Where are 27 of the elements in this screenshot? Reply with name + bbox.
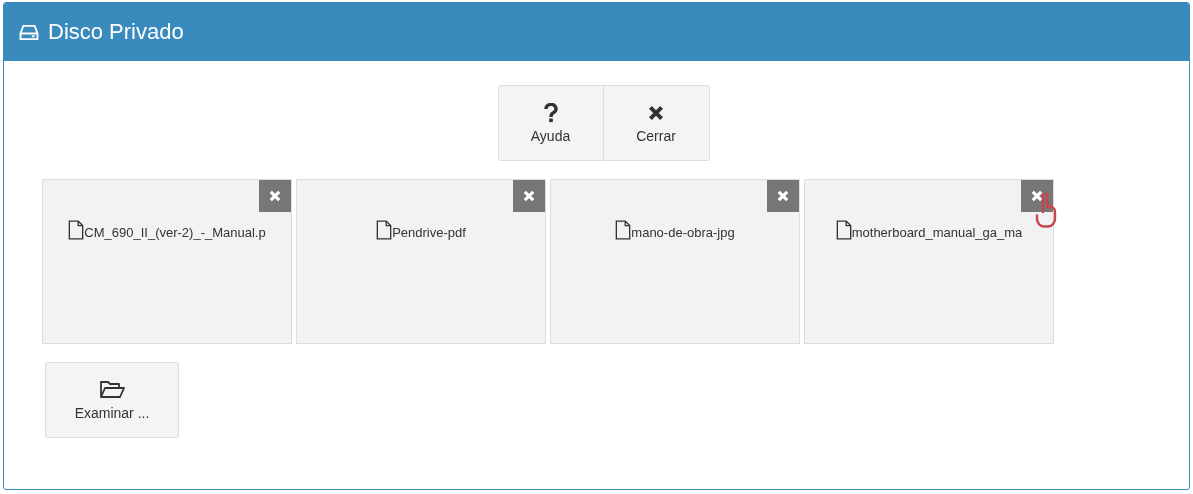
file-tile[interactable]: motherboard_manual_ga_ma xyxy=(804,179,1054,344)
file-icon xyxy=(376,220,393,240)
close-button[interactable]: Cerrar xyxy=(603,85,710,161)
question-icon xyxy=(542,102,559,123)
folder-icon xyxy=(99,379,125,399)
browse-button[interactable]: Examinar ... xyxy=(45,362,179,438)
file-tile[interactable]: CM_690_II_(ver-2)_-_Manual.p xyxy=(42,179,292,344)
remove-button[interactable] xyxy=(767,180,799,212)
hard-drive-icon xyxy=(19,23,39,41)
close-icon xyxy=(777,190,789,202)
remove-button[interactable] xyxy=(259,180,291,212)
close-icon xyxy=(269,190,281,202)
file-icon xyxy=(615,220,632,240)
remove-button[interactable] xyxy=(1021,180,1053,212)
close-icon xyxy=(1031,190,1043,202)
file-tile[interactable]: Pendrive-pdf xyxy=(296,179,546,344)
file-name: Pendrive-pdf xyxy=(392,225,466,240)
panel-title: Disco Privado xyxy=(48,19,184,45)
file-icon xyxy=(835,220,852,240)
remove-button[interactable] xyxy=(513,180,545,212)
file-icon xyxy=(68,220,85,240)
file-name: CM_690_II_(ver-2)_-_Manual.p xyxy=(84,225,266,240)
close-icon xyxy=(523,190,535,202)
file-name: mano-de-obra-jpg xyxy=(631,225,735,240)
help-button[interactable]: Ayuda xyxy=(497,85,604,161)
file-tile[interactable]: mano-de-obra-jpg xyxy=(550,179,800,344)
file-name: motherboard_manual_ga_ma xyxy=(851,225,1023,240)
